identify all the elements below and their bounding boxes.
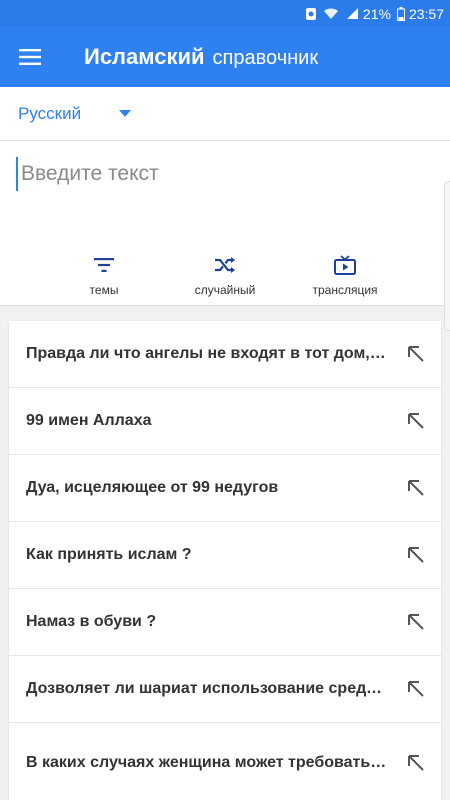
list-item[interactable]: Дуа, исцеляющее от 99 недугов [9,455,441,522]
broadcast-button[interactable]: трансляция [308,251,382,297]
list-item-title: В каких случаях женщина может требовать … [26,754,405,771]
battery-icon [396,6,405,21]
arrow-up-left-icon[interactable] [405,544,427,566]
search-input[interactable] [16,157,426,191]
topics-button[interactable]: темы [84,251,124,297]
hamburger-menu-icon [19,49,41,65]
list-item-title: Как принять ислам ? [26,546,192,563]
dropdown-caret-icon[interactable] [119,110,132,117]
filter-icon [94,251,114,279]
list-item-title: Правда ли что ангелы не входят в тот дом… [26,345,405,362]
arrow-up-left-icon[interactable] [405,678,427,700]
action-bar: темы случайный трансляция [0,251,450,303]
signal-icon [345,7,359,20]
random-button[interactable]: случайный [189,251,261,297]
status-bar: 21% 23:57 [0,0,450,27]
arrow-up-left-icon[interactable] [405,611,427,633]
random-label: случайный [194,283,256,297]
language-selected[interactable]: Русский [18,104,81,124]
list-item[interactable]: Дозволяет ли шариат использование средст… [9,656,441,723]
input-card: темы случайный т [0,141,450,331]
arrow-up-left-icon[interactable] [405,410,427,432]
notification-icon [305,7,317,21]
list-item-title: Намаз в обуви ? [26,613,157,630]
topics-label: темы [89,283,119,297]
app-title-bold: Исламский [84,44,205,69]
list-item-title: Дозволяет ли шариат использование средст… [26,680,393,697]
list-item-title: Дуа, исцеляющее от 99 недугов [26,479,279,496]
list-item[interactable]: 99 имен Аллаха [9,388,441,455]
article-list: Правда ли что ангелы не входят в тот дом… [9,321,441,800]
arrow-up-left-icon[interactable] [405,343,427,365]
list-item-title: 99 имен Аллаха [26,412,152,429]
app-title: Исламский справочник [84,44,318,70]
app-title-light: справочник [212,47,319,69]
live-tv-icon [334,251,356,279]
list-item[interactable]: Как принять ислам ? [9,522,441,589]
clock: 23:57 [408,5,444,22]
menu-button[interactable] [0,27,60,87]
shuffle-icon [214,251,236,279]
arrow-up-left-icon[interactable] [405,752,427,774]
app-bar: Исламский справочник [0,27,450,87]
wifi-icon [323,7,339,20]
language-selector[interactable]: Русский [0,87,450,141]
list-item[interactable]: Правда ли что ангелы не входят в тот дом… [9,321,441,388]
battery-percent: 21% [362,5,391,22]
list-item[interactable]: В каких случаях женщина может требовать … [9,723,441,800]
list-item[interactable]: Намаз в обуви ? [9,589,441,656]
broadcast-label: трансляция [312,283,378,297]
arrow-up-left-icon[interactable] [405,477,427,499]
